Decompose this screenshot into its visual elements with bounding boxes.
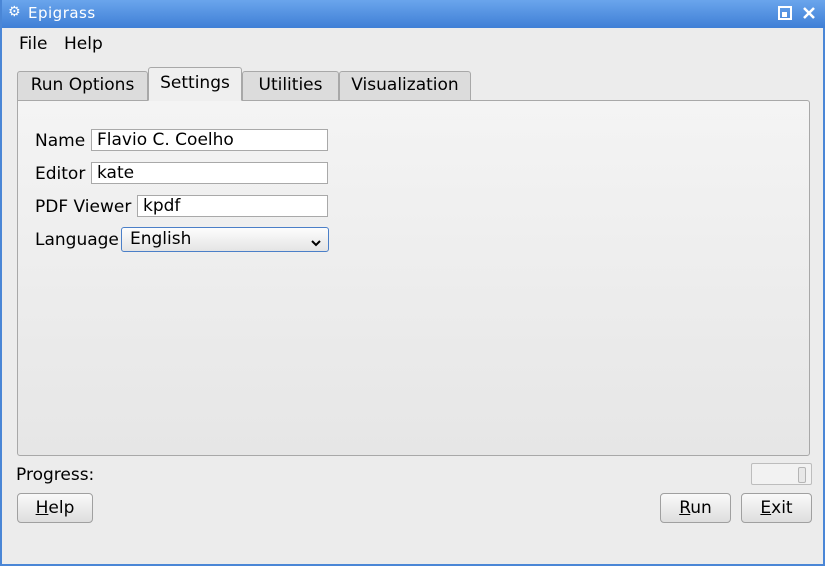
title-bar[interactable]: ⚙ Epigrass: [2, 0, 825, 28]
app-window: ⚙ Epigrass File Help Run Options Setting…: [0, 0, 825, 566]
tab-run-options[interactable]: Run Options: [17, 71, 148, 100]
tab-visualization[interactable]: Visualization: [339, 71, 471, 100]
name-label: Name: [35, 131, 86, 151]
restore-icon[interactable]: [775, 3, 795, 23]
help-mnemonic: H: [35, 498, 49, 518]
settings-panel: Name Editor PDF Viewer Language English: [17, 100, 810, 456]
language-select[interactable]: English: [121, 227, 329, 252]
close-icon[interactable]: [799, 3, 819, 23]
kde-gear-icon[interactable]: ⚙: [8, 4, 21, 20]
help-button[interactable]: Help: [17, 493, 93, 523]
pdf-viewer-field[interactable]: [137, 195, 328, 217]
language-selected-value: English: [130, 229, 192, 249]
run-label: un: [690, 498, 712, 518]
progress-label: Progress:: [16, 465, 95, 485]
menu-file[interactable]: File: [19, 34, 47, 54]
name-field[interactable]: [91, 129, 328, 151]
exit-label: xit: [771, 498, 793, 518]
help-label: elp: [48, 498, 75, 518]
language-label: Language: [35, 230, 119, 250]
tab-settings[interactable]: Settings: [148, 67, 242, 101]
menu-bar: File Help: [2, 28, 825, 58]
progress-bar: [751, 463, 812, 485]
tab-utilities[interactable]: Utilities: [242, 71, 339, 100]
run-button[interactable]: Run: [660, 493, 731, 523]
chevron-down-icon: [310, 233, 322, 255]
exit-mnemonic: E: [760, 498, 772, 518]
editor-field[interactable]: [91, 162, 328, 184]
pdf-viewer-label: PDF Viewer: [35, 197, 132, 217]
editor-label: Editor: [35, 164, 86, 184]
progress-knob: [798, 467, 806, 483]
run-mnemonic: R: [679, 498, 691, 518]
window-title: Epigrass: [28, 4, 96, 22]
menu-help[interactable]: Help: [64, 34, 103, 54]
exit-button[interactable]: Exit: [741, 493, 812, 523]
